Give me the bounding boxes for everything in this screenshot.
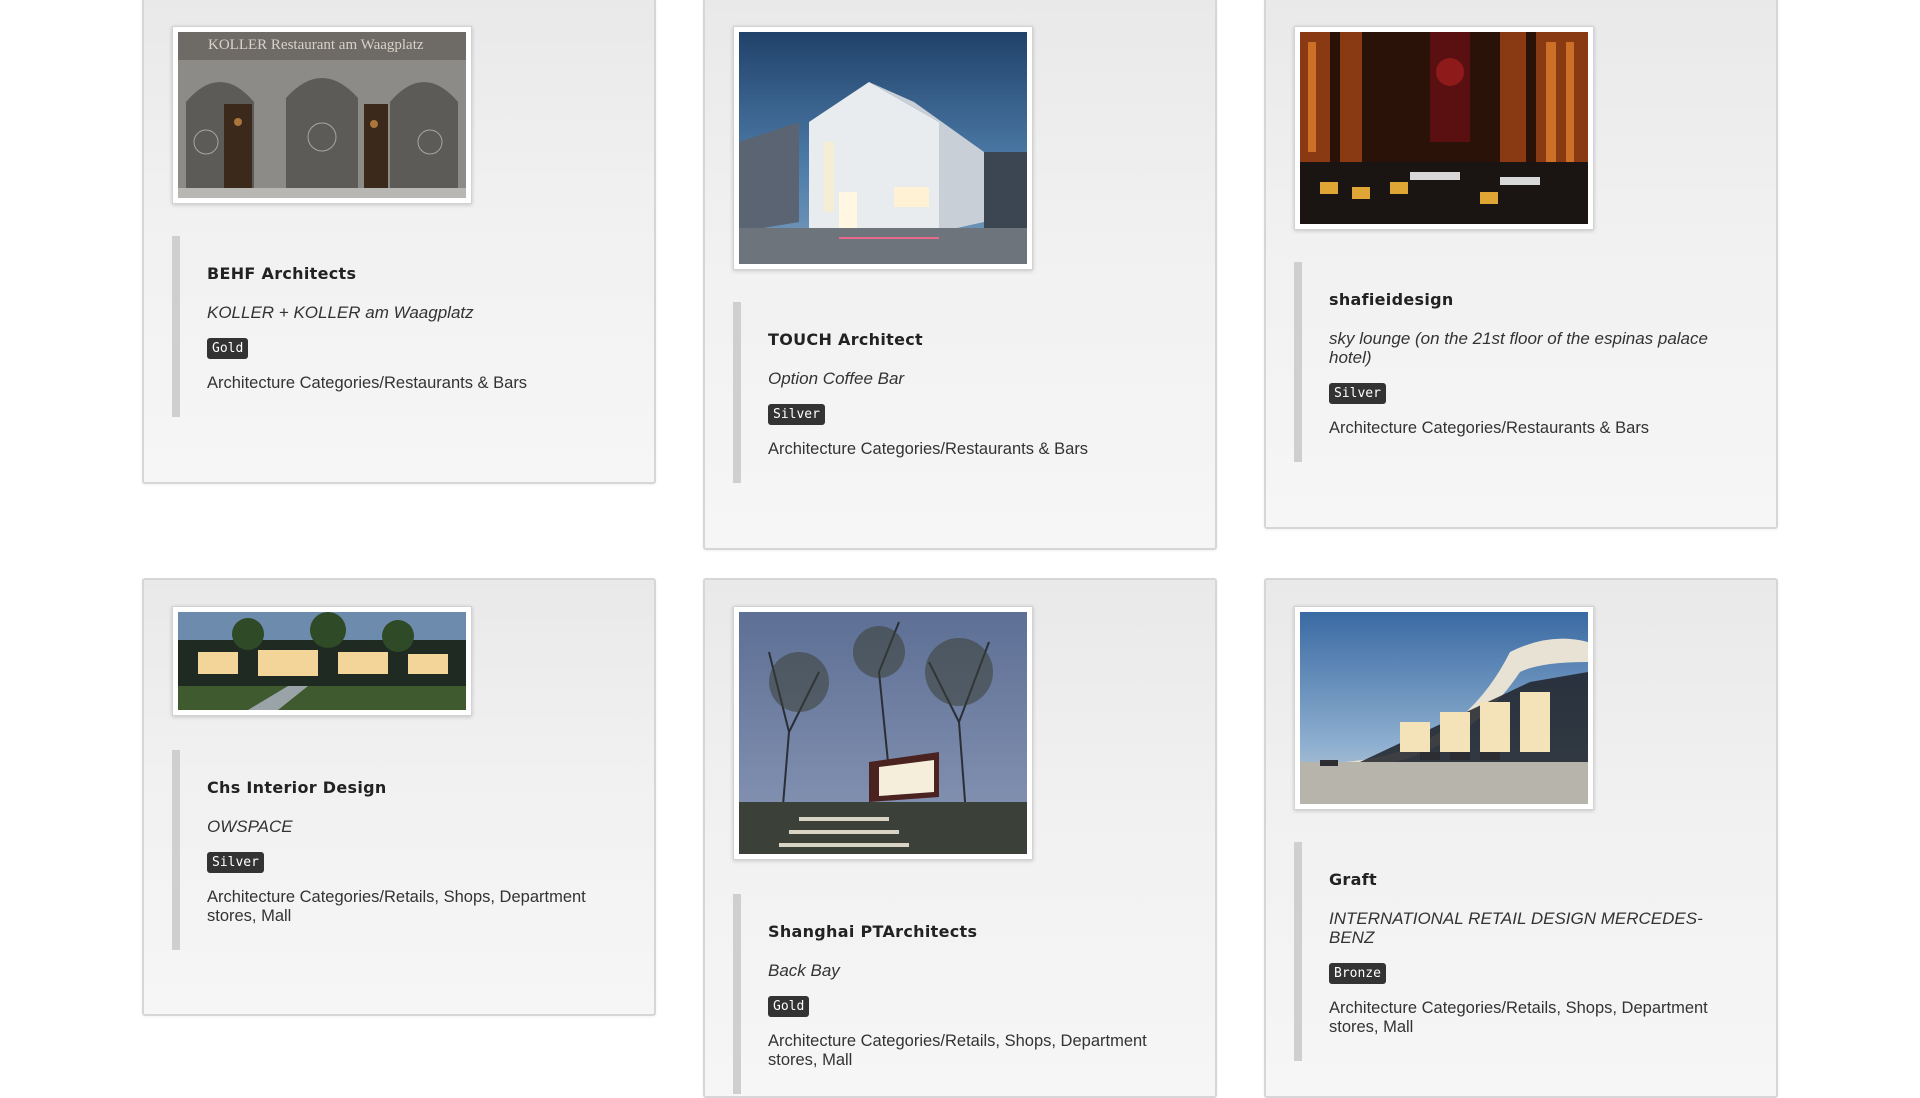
sky-lounge-interior-image xyxy=(1300,32,1588,224)
owspace-building-image xyxy=(178,612,466,710)
category-label[interactable]: Architecture Categories/Restaurants & Ba… xyxy=(1329,419,1729,438)
award-badge: Silver xyxy=(768,404,825,425)
project-title[interactable]: INTERNATIONAL RETAIL DESIGN MERCEDES-BEN… xyxy=(1329,909,1729,947)
firm-name[interactable]: shafieidesign xyxy=(1329,290,1734,309)
category-label[interactable]: Architecture Categories/Restaurants & Ba… xyxy=(768,440,1168,459)
award-badge: Bronze xyxy=(1329,963,1386,984)
mercedes-benz-showroom-image xyxy=(1300,612,1588,804)
project-title[interactable]: KOLLER + KOLLER am Waagplatz xyxy=(207,303,607,322)
project-title[interactable]: Option Coffee Bar xyxy=(768,369,1168,388)
project-photo[interactable]: KOLLER Restaurant am Waagplatz xyxy=(172,26,472,204)
category-label[interactable]: Architecture Categories/Retails, Shops, … xyxy=(1329,999,1729,1037)
project-photo[interactable] xyxy=(172,606,472,716)
card-info: Shanghai PTArchitects Back Bay Gold Arch… xyxy=(733,894,1173,1094)
category-label[interactable]: Architecture Categories/Restaurants & Ba… xyxy=(207,374,607,393)
project-photo[interactable] xyxy=(1294,606,1594,810)
firm-name[interactable]: BEHF Architects xyxy=(207,264,612,283)
award-badge: Silver xyxy=(1329,383,1386,404)
category-label[interactable]: Architecture Categories/Retails, Shops, … xyxy=(768,1032,1168,1070)
card-info: TOUCH Architect Option Coffee Bar Silver… xyxy=(733,302,1173,483)
restaurant-facade-image: KOLLER Restaurant am Waagplatz xyxy=(178,32,466,198)
award-card: TOUCH Architect Option Coffee Bar Silver… xyxy=(703,0,1217,550)
project-title[interactable]: Back Bay xyxy=(768,961,1168,980)
firm-name[interactable]: Chs Interior Design xyxy=(207,778,612,797)
award-card: KOLLER Restaurant am Waagplatz BEHF Arch… xyxy=(142,0,656,484)
award-badge: Gold xyxy=(207,338,249,359)
award-card: Shanghai PTArchitects Back Bay Gold Arch… xyxy=(703,578,1217,1098)
award-card: Graft INTERNATIONAL RETAIL DESIGN MERCED… xyxy=(1264,578,1778,1098)
card-info: Graft INTERNATIONAL RETAIL DESIGN MERCED… xyxy=(1294,842,1734,1061)
project-title[interactable]: sky lounge (on the 21st floor of the esp… xyxy=(1329,329,1729,367)
award-badge: Silver xyxy=(207,852,264,873)
card-info: shafieidesign sky lounge (on the 21st fl… xyxy=(1294,262,1734,462)
award-card: Chs Interior Design OWSPACE Silver Archi… xyxy=(142,578,656,1016)
card-info: Chs Interior Design OWSPACE Silver Archi… xyxy=(172,750,612,950)
award-card: shafieidesign sky lounge (on the 21st fl… xyxy=(1264,0,1778,529)
coffee-bar-building-image xyxy=(739,32,1027,264)
facade-sign-text: KOLLER Restaurant am Waagplatz xyxy=(208,37,424,53)
back-bay-pavilion-image xyxy=(739,612,1027,855)
project-title[interactable]: OWSPACE xyxy=(207,817,607,836)
firm-name[interactable]: Shanghai PTArchitects xyxy=(768,922,1173,941)
award-badge: Gold xyxy=(768,996,810,1017)
project-photo[interactable] xyxy=(733,26,1033,270)
project-photo[interactable] xyxy=(733,606,1033,860)
firm-name[interactable]: Graft xyxy=(1329,870,1734,889)
category-label[interactable]: Architecture Categories/Retails, Shops, … xyxy=(207,888,607,926)
card-info: BEHF Architects KOLLER + KOLLER am Waagp… xyxy=(172,236,612,417)
firm-name[interactable]: TOUCH Architect xyxy=(768,330,1173,349)
project-photo[interactable] xyxy=(1294,26,1594,230)
